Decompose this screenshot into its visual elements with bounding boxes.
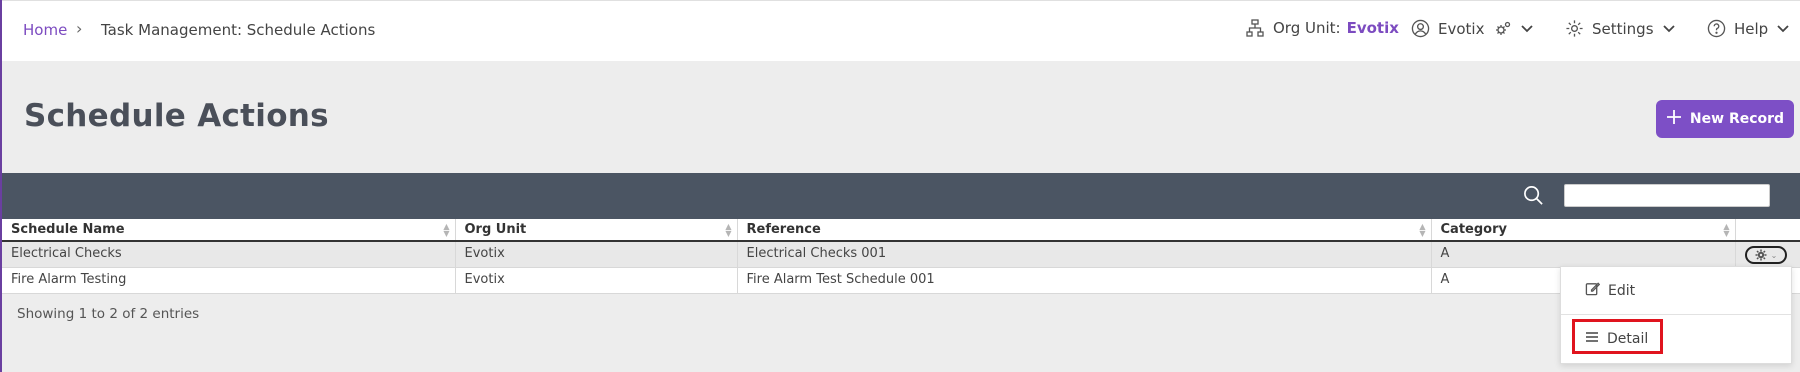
page-title: Schedule Actions bbox=[24, 98, 329, 134]
gear-icon bbox=[1755, 246, 1767, 265]
cell-reference: Fire Alarm Test Schedule 001 bbox=[737, 267, 1432, 294]
chevron-down-icon bbox=[1662, 24, 1675, 33]
cell-schedule-name: Fire Alarm Testing bbox=[2, 267, 456, 294]
menu-item-edit[interactable]: Edit bbox=[1561, 267, 1791, 315]
sort-icon: ▲ ▼ bbox=[443, 222, 450, 238]
cell-org-unit: Evotix bbox=[455, 241, 738, 268]
sort-icon: ▲ ▼ bbox=[1723, 222, 1730, 238]
new-record-button[interactable]: New Record bbox=[1656, 100, 1794, 138]
breadcrumb-home-link[interactable]: Home bbox=[23, 21, 67, 39]
org-unit-label: Org Unit: bbox=[1273, 19, 1341, 37]
cell-schedule-name: Electrical Checks bbox=[2, 241, 456, 268]
detail-highlight-box bbox=[1572, 319, 1663, 354]
help-label: Help bbox=[1734, 19, 1769, 38]
org-unit-selector[interactable]: Org Unit: Evotix bbox=[1246, 19, 1399, 37]
search-input[interactable] bbox=[1564, 184, 1770, 207]
org-unit-value: Evotix bbox=[1346, 19, 1399, 37]
table-toolbar bbox=[2, 173, 1800, 219]
new-record-label: New Record bbox=[1689, 111, 1785, 127]
edit-icon bbox=[1585, 281, 1601, 300]
search-icon[interactable] bbox=[1523, 185, 1544, 210]
gears-icon bbox=[1494, 20, 1512, 38]
schedule-table: Schedule Name ▲ ▼ Org Unit ▲ ▼ Reference ▲ ▼ C… bbox=[2, 219, 1800, 294]
gear-icon bbox=[1565, 19, 1584, 38]
settings-menu[interactable]: Settings bbox=[1565, 19, 1675, 38]
plus-icon bbox=[1666, 109, 1682, 129]
top-bar: Home › Task Management: Schedule Actions… bbox=[2, 0, 1800, 61]
column-label: Org Unit bbox=[464, 222, 527, 237]
table-row[interactable]: Electrical Checks Evotix Electrical Chec… bbox=[2, 241, 1800, 268]
column-label: Schedule Name bbox=[11, 222, 125, 237]
user-icon bbox=[1411, 19, 1430, 38]
column-label: Reference bbox=[746, 222, 821, 237]
org-tree-icon bbox=[1246, 19, 1264, 37]
sort-icon: ▲ ▼ bbox=[725, 222, 732, 238]
caret-down-icon: ⌄ bbox=[1770, 250, 1778, 260]
sort-icon: ▲ ▼ bbox=[1419, 222, 1426, 238]
cell-org-unit: Evotix bbox=[455, 267, 738, 294]
table-row[interactable]: Fire Alarm Testing Evotix Fire Alarm Tes… bbox=[2, 267, 1800, 294]
menu-item-label: Edit bbox=[1608, 282, 1636, 299]
breadcrumb-current: Task Management: Schedule Actions bbox=[101, 21, 376, 39]
chevron-down-icon bbox=[1521, 24, 1534, 33]
help-menu[interactable]: Help bbox=[1707, 19, 1789, 38]
column-header-schedule-name[interactable]: Schedule Name ▲ ▼ bbox=[2, 219, 456, 242]
table-info: Showing 1 to 2 of 2 entries bbox=[17, 306, 200, 322]
settings-label: Settings bbox=[1592, 19, 1654, 38]
column-header-reference[interactable]: Reference ▲ ▼ bbox=[737, 219, 1432, 242]
chevron-down-icon bbox=[1777, 24, 1789, 33]
row-actions-button[interactable]: ⌄ bbox=[1745, 246, 1787, 264]
user-menu[interactable]: Evotix bbox=[1411, 19, 1534, 38]
column-header-org-unit[interactable]: Org Unit ▲ ▼ bbox=[455, 219, 738, 242]
column-label: Category bbox=[1440, 222, 1507, 237]
column-header-actions bbox=[1735, 219, 1800, 242]
breadcrumb-chevron-icon: › bbox=[76, 19, 83, 38]
user-name: Evotix bbox=[1438, 19, 1485, 38]
column-header-category[interactable]: Category ▲ ▼ bbox=[1431, 219, 1736, 242]
cell-category: A bbox=[1431, 241, 1736, 268]
help-icon bbox=[1707, 19, 1726, 38]
cell-reference: Electrical Checks 001 bbox=[737, 241, 1432, 268]
